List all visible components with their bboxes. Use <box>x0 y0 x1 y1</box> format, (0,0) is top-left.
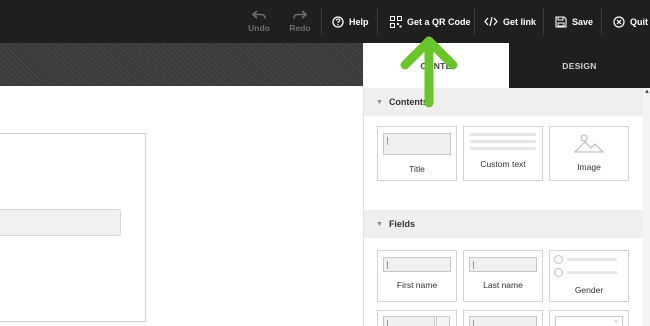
radio-label-line <box>567 258 617 261</box>
redo-button[interactable]: Redo <box>287 0 313 43</box>
canvas-header-band <box>0 43 363 86</box>
form-field-input[interactable] <box>0 209 121 236</box>
green-up-arrow-icon <box>400 36 458 108</box>
image-icon <box>574 134 604 153</box>
tile-image-label: Image <box>577 162 601 172</box>
code-icon <box>484 16 498 27</box>
fields-section-title: Fields <box>388 219 415 229</box>
toolbar-divider <box>321 8 322 35</box>
get-link-button[interactable]: Get link <box>484 0 536 43</box>
fields-section-header[interactable]: ▼ Fields <box>364 210 644 238</box>
help-label: Help <box>349 16 369 27</box>
save-button[interactable]: Save <box>555 0 593 43</box>
radio-option-icon <box>554 255 563 264</box>
quit-label: Quit <box>630 16 648 27</box>
tab-design[interactable]: DESIGN <box>509 43 650 88</box>
radio-label-line <box>567 271 617 274</box>
tile-gender-label: Gender <box>574 285 604 295</box>
get-link-label: Get link <box>503 16 537 27</box>
scroll-up-arrow-icon[interactable]: ▲ <box>644 89 650 95</box>
tile-title-label: Title <box>409 164 425 174</box>
undo-icon <box>252 10 266 19</box>
save-label: Save <box>572 16 594 27</box>
toolbar-divider <box>601 8 602 35</box>
undo-label: Undo <box>248 23 270 33</box>
partial-field-box <box>383 316 435 326</box>
dropdown-box: ⌄ <box>555 316 623 326</box>
tile-custom-text-label: Custom text <box>480 159 526 169</box>
first-name-placeholder-box <box>383 257 451 272</box>
tab-design-label: DESIGN <box>562 60 597 71</box>
help-button[interactable]: Help <box>332 0 369 43</box>
tile-gender[interactable]: Gender <box>549 250 629 302</box>
get-qr-code-label: Get a QR Code <box>407 16 471 27</box>
title-placeholder-box <box>383 133 451 155</box>
tile-custom-text[interactable]: Custom text <box>463 126 543 181</box>
text-line <box>470 133 536 136</box>
quit-button[interactable]: Quit <box>613 0 648 43</box>
help-icon <box>332 15 344 28</box>
tile-first-name-label: First name <box>396 280 438 290</box>
text-line <box>470 140 536 143</box>
panel-scrollbar[interactable] <box>643 88 650 326</box>
tile-partial-field[interactable] <box>377 310 457 326</box>
elements-panel: ▼ Contents Title Custom text Image ▼ Fie… <box>363 88 644 326</box>
tile-last-name[interactable]: Last name <box>463 250 543 302</box>
calendar-icon <box>436 316 450 326</box>
tile-last-name-label: Last name <box>483 280 523 290</box>
close-circle-icon <box>613 15 625 28</box>
partial-field-box <box>469 316 537 326</box>
radio-option-icon <box>554 268 563 277</box>
qr-code-icon <box>390 15 402 28</box>
last-name-placeholder-box <box>469 257 537 272</box>
tile-title[interactable]: Title <box>377 126 457 181</box>
chevron-down-icon: ⌄ <box>613 317 619 324</box>
collapse-triangle-icon: ▼ <box>376 98 383 106</box>
tile-first-name[interactable]: First name <box>377 250 457 302</box>
top-toolbar: Undo Redo Help Get a QR Code Get link Sa… <box>0 0 650 43</box>
tile-partial-field[interactable] <box>463 310 543 326</box>
redo-label: Redo <box>289 23 311 33</box>
toolbar-divider <box>474 8 475 35</box>
tile-partial-dropdown[interactable]: ⌄ <box>549 310 629 326</box>
toolbar-divider <box>377 8 378 35</box>
undo-button[interactable]: Undo <box>246 0 272 43</box>
save-icon <box>555 15 567 28</box>
collapse-triangle-icon: ▼ <box>376 220 383 228</box>
text-line <box>470 147 536 150</box>
toolbar-divider <box>543 8 544 35</box>
tile-image[interactable]: Image <box>549 126 629 181</box>
redo-icon <box>293 10 307 19</box>
